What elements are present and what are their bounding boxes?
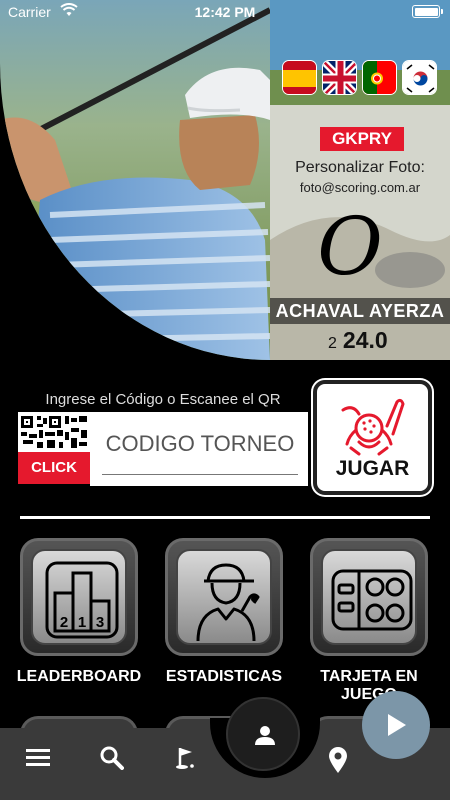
scorecard-label: TARJETA EN JUEGO [320, 668, 418, 703]
tournament-code-input[interactable] [102, 426, 298, 462]
svg-text:2: 2 [60, 614, 68, 631]
language-selector [282, 60, 437, 95]
leaderboard-tile[interactable]: 213 [20, 538, 138, 656]
input-underline [102, 474, 298, 475]
click-label: CLICK [18, 452, 90, 484]
user-code-badge: GKPRY [320, 127, 404, 151]
qr-scan-button[interactable]: CLICK [18, 412, 90, 486]
handicap-value: 24.0 [342, 327, 388, 353]
profile-button[interactable] [226, 697, 300, 771]
menu-icon[interactable] [26, 746, 50, 773]
play-icon [388, 714, 406, 736]
play-button[interactable]: JUGAR [313, 380, 432, 495]
player-name: ACHAVAL AYERZA [270, 298, 450, 324]
golf-flag-icon[interactable] [174, 746, 198, 775]
golfer-photo [0, 0, 270, 360]
scorecard-icon [321, 549, 417, 645]
portugal-flag-icon[interactable] [362, 60, 397, 95]
photo-email[interactable]: foto@scoring.com.ar [270, 180, 450, 195]
status-bar: Carrier 12:42 PM [0, 0, 450, 24]
golfer-icon [176, 549, 272, 645]
leaderboard-label: LEADERBOARD [16, 668, 142, 685]
statistics-label: ESTADISTICAS [165, 668, 283, 685]
clock: 12:42 PM [194, 4, 256, 20]
handicap-label: 2 [328, 335, 337, 352]
search-icon[interactable] [100, 746, 124, 775]
spanish-flag-icon[interactable] [282, 60, 317, 95]
tournament-code-field[interactable] [90, 412, 308, 486]
battery-icon [412, 5, 443, 18]
uk-flag-icon[interactable] [322, 60, 357, 95]
handicap: 2 24.0 [328, 327, 388, 354]
person-icon [255, 726, 275, 745]
profile-panel: GKPRY Personalizar Foto: foto@scoring.co… [270, 0, 450, 360]
svg-text:3: 3 [96, 614, 104, 631]
section-divider [20, 516, 430, 519]
statistics-tile[interactable] [165, 538, 283, 656]
qr-icon [18, 412, 90, 452]
player-initial: O [317, 200, 383, 293]
location-pin-icon[interactable] [327, 746, 349, 779]
customize-photo-label[interactable]: Personalizar Foto: [270, 159, 450, 177]
podium-icon: 213 [31, 549, 127, 645]
scorecard-tile[interactable] [310, 538, 428, 656]
golf-ball-icon [341, 398, 405, 456]
play-fab-button[interactable] [362, 691, 430, 759]
play-button-label: JUGAR [335, 457, 410, 480]
svg-text:1: 1 [78, 614, 86, 631]
korea-flag-icon[interactable] [402, 60, 437, 95]
code-prompt: Ingrese el Código o Escanee el QR [45, 391, 281, 408]
